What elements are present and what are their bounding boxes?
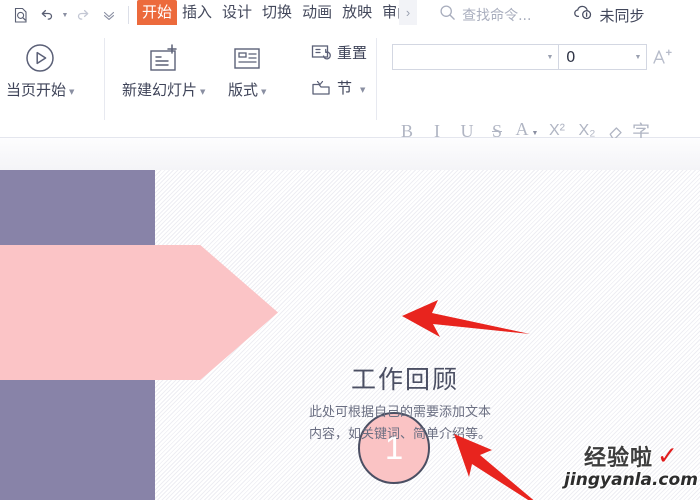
ribbon-group-layout: 版式 ▼ <box>228 30 266 130</box>
tab-animation[interactable]: 动画 <box>297 0 337 25</box>
ribbon: 当页开始 ▼ 新建幻灯片 ▼ 版式 ▼ 重置 节 ▼ ▼ 0 ▼ B I U S… <box>0 30 700 142</box>
start-from-current-slide-label: 当页开始 ▼ <box>6 81 75 99</box>
ribbon-group-reset-section: 重置 节 ▼ <box>310 30 367 142</box>
font-size-select[interactable]: 0 ▼ <box>559 44 647 70</box>
chevron-down-icon[interactable]: ▼ <box>261 88 266 96</box>
chevron-down-icon[interactable]: ▼ <box>200 88 205 96</box>
customize-icon[interactable] <box>96 2 122 28</box>
layout-label: 版式 ▼ <box>228 81 267 99</box>
arrow-to-body-text <box>450 428 570 500</box>
font-family-select[interactable]: ▼ <box>392 44 559 70</box>
undo-icon[interactable] <box>34 2 60 28</box>
cloud-icon <box>573 4 593 26</box>
undo-dropdown-caret[interactable]: ▼ <box>60 2 70 28</box>
reset-label: 重置 <box>337 44 368 62</box>
search-placeholder: 查找命令... <box>462 8 532 24</box>
slide-surface[interactable]: 1 工作回顾 此处可根据自己的需要添加文本 内容，如关键词、简单介绍等。 <box>0 170 700 500</box>
layout-button[interactable]: 版式 ▼ <box>228 30 266 100</box>
command-search[interactable]: 查找命令... <box>439 0 531 30</box>
tab-transition[interactable]: 切换 <box>257 0 297 25</box>
redo-icon[interactable] <box>70 2 96 28</box>
ribbon-divider-1 <box>104 38 105 120</box>
slide-title[interactable]: 工作回顾 <box>340 360 470 396</box>
toolbar-divider <box>128 6 129 24</box>
quick-access-toolbar: ▼ <box>0 0 135 30</box>
chevron-down-icon[interactable]: ▼ <box>532 129 539 137</box>
new-slide-label: 新建幻灯片 ▼ <box>122 81 206 99</box>
slide-pink-arrow-shape[interactable] <box>0 245 278 380</box>
reset-button[interactable]: 重置 <box>310 42 367 63</box>
ribbon-divider-2 <box>376 38 377 120</box>
play-circle-icon <box>22 39 58 77</box>
chevron-down-icon[interactable]: ▼ <box>542 54 558 61</box>
wps-presentation-window: ▼ 开始 插入 设计 切换 动画 放映 审阅 › <box>0 0 700 500</box>
tab-design[interactable]: 设计 <box>217 0 257 25</box>
tab-insert[interactable]: 插入 <box>177 0 217 25</box>
start-from-current-slide-button[interactable]: 当页开始 ▼ <box>6 30 74 100</box>
layout-icon <box>229 39 265 77</box>
font-controls: ▼ 0 ▼ <box>392 44 677 70</box>
section-button[interactable]: 节 ▼ <box>310 77 365 98</box>
chevron-down-icon[interactable]: ▼ <box>69 88 74 96</box>
chevron-down-icon[interactable]: ▼ <box>360 86 365 94</box>
file-search-icon[interactable] <box>8 2 34 28</box>
tabs-scroll-right-icon[interactable]: › <box>399 0 418 25</box>
new-slide-button[interactable]: 新建幻灯片 ▼ <box>122 30 205 100</box>
ribbon-group-start-playing: 当页开始 ▼ <box>6 30 74 130</box>
sync-status-label: 未同步 <box>599 6 645 25</box>
section-icon <box>310 78 332 98</box>
section-label: 节 <box>337 79 353 97</box>
ribbon-group-new-slide: 新建幻灯片 ▼ <box>122 30 205 130</box>
new-slide-icon <box>145 39 183 77</box>
canvas-top-gutter <box>0 138 700 170</box>
ribbon-tabs: 开始 插入 设计 切换 动画 放映 审阅 › <box>137 0 418 30</box>
title-bar: ▼ 开始 插入 设计 切换 动画 放映 审阅 › <box>0 0 700 30</box>
tab-review[interactable]: 审阅 <box>377 0 399 25</box>
sync-status[interactable]: 未同步 <box>573 0 644 30</box>
tab-home[interactable]: 开始 <box>137 0 178 25</box>
reset-icon <box>310 43 332 63</box>
search-icon <box>439 4 456 26</box>
increase-font-size-button[interactable] <box>647 44 677 70</box>
tab-slideshow[interactable]: 放映 <box>337 0 377 25</box>
font-size-value: 0 <box>566 48 576 66</box>
slide-canvas-area: 1 工作回顾 此处可根据自己的需要添加文本 内容，如关键词、简单介绍等。 <box>0 138 700 500</box>
chevron-down-icon[interactable]: ▼ <box>630 54 646 61</box>
slide-body-line-1: 此处可根据自己的需要添加文本 <box>308 405 491 420</box>
arrow-to-number-circle <box>398 288 538 348</box>
